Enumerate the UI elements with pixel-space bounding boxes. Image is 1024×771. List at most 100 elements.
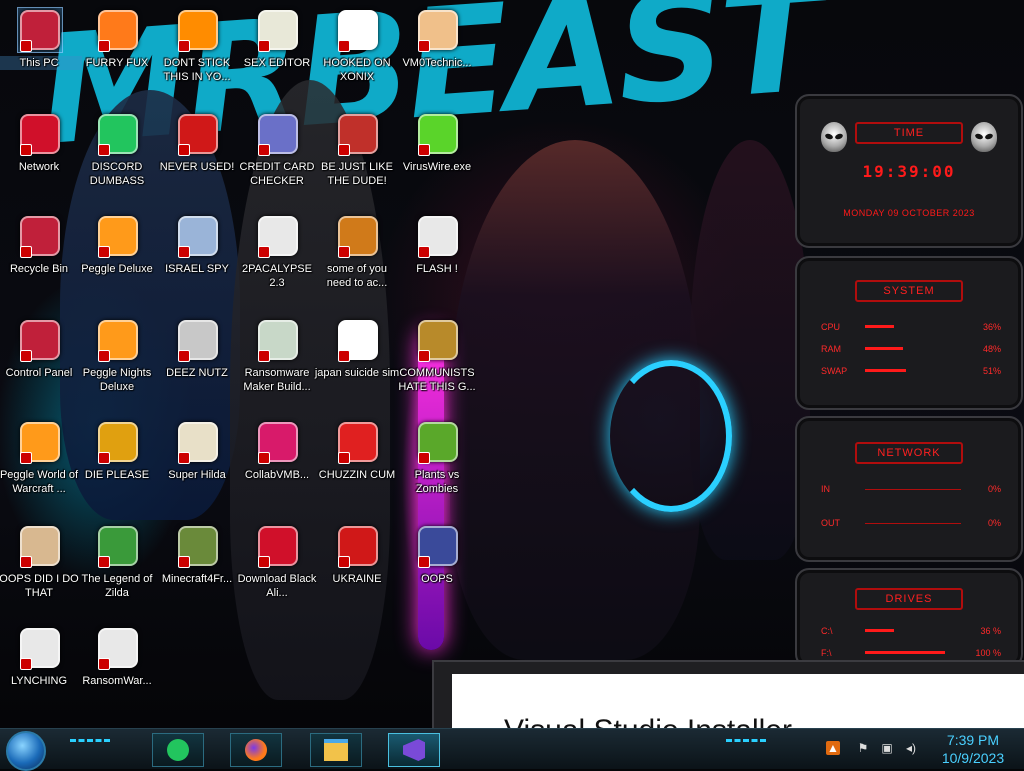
taskbar-visual-studio-installer[interactable] (388, 733, 440, 767)
gadget-row-value: 0% (987, 518, 1001, 528)
desktop-icon[interactable]: Super Hilda (154, 416, 240, 516)
shortcut-arrow-icon (98, 658, 110, 670)
desktop-icon[interactable]: some of you need to ac... (314, 210, 400, 310)
desktop-icon[interactable]: CREDIT CARD CHECKER (234, 108, 320, 208)
wallpaper-figure-right (690, 140, 810, 560)
desktop-icon-label: Minecraft4Fr... (161, 573, 233, 585)
desktop-icon[interactable]: Recycle Bin (0, 210, 82, 310)
gadget-system-panel: SYSTEM CPU 36% RAM 48% SWAP 51% (795, 256, 1023, 410)
dev-cpp-icon (176, 112, 220, 156)
desktop-icon[interactable]: VM0Technic... (394, 4, 480, 104)
shortcut-arrow-icon (178, 452, 190, 464)
desktop-icon[interactable]: CollabVMB... (234, 416, 320, 516)
peggle-icon (96, 214, 140, 258)
shortcut-arrow-icon (98, 144, 110, 156)
flag-icon[interactable]: ⚑ (856, 741, 870, 755)
desktop-icon[interactable]: OOPS DID I DO THAT (0, 520, 82, 620)
desktop-icon[interactable]: Ransomware Maker Build... (234, 314, 320, 414)
gadget-system-title: SYSTEM (855, 280, 963, 302)
shortcut-arrow-icon (338, 246, 350, 258)
desktop-icon[interactable]: Network (0, 108, 82, 208)
desktop-icon-label: some of you need to ac... (326, 263, 388, 289)
desktop-icon[interactable]: RansomWar... (74, 622, 160, 722)
app-tray-icon[interactable]: ▲ (826, 741, 840, 755)
shortcut-arrow-icon (418, 350, 430, 362)
desktop-icon[interactable]: COMMUNISTS HATE THIS G... (394, 314, 480, 414)
desktop-icon[interactable]: Peggle Nights Deluxe (74, 314, 160, 414)
desktop-icon[interactable]: Plants vs Zombies (394, 416, 480, 516)
desktop-icon[interactable]: DONT STICK THIS IN YO... (154, 4, 240, 104)
shortcut-arrow-icon (258, 350, 270, 362)
gadget-network-panel: NETWORK IN 0% OUT 0% (795, 416, 1023, 562)
desktop-icon[interactable]: 2PACALYPSE 2.3 (234, 210, 320, 310)
visual-studio-installer-window[interactable]: Visual Studio Installer (432, 660, 1024, 732)
desktop-icon[interactable]: BE JUST LIKE THE DUDE! (314, 108, 400, 208)
gadget-row-label: SWAP (821, 366, 848, 376)
gadget-network-graph (865, 523, 961, 524)
shortcut-arrow-icon (418, 556, 430, 568)
desktop-icon[interactable]: DIE PLEASE (74, 416, 160, 516)
desktop-icon[interactable]: HOOKED ON XONIX (314, 4, 400, 104)
desktop-icon[interactable]: LYNCHING (0, 622, 82, 722)
shortcut-arrow-icon (418, 452, 430, 464)
shortcut-arrow-icon (338, 452, 350, 464)
desktop-icon[interactable]: NEVER USED! (154, 108, 240, 208)
clock[interactable]: 7:39 PM 10/9/2023 (930, 729, 1016, 769)
desktop-icon[interactable]: ISRAEL SPY (154, 210, 240, 310)
desktop-icon[interactable]: OOPS (394, 520, 480, 620)
desktop-icon[interactable]: FLASH ! (394, 210, 480, 310)
desktop-icon[interactable]: Peggle Deluxe (74, 210, 160, 310)
shortcut-arrow-icon (98, 556, 110, 568)
desktop-icon[interactable]: japan suicide sim (314, 314, 400, 414)
desktop-icon[interactable]: Peggle World of Warcraft ... (0, 416, 82, 516)
gadget-row-label: C:\ (821, 626, 833, 636)
desktop-icon-label: DISCORD DUMBASS (89, 161, 145, 187)
desktop-icon-label: CHUZZIN CUM (318, 469, 396, 481)
desktop-icon[interactable]: DEEZ NUTZ (154, 314, 240, 414)
taskbar: ▲ ⚑ ▣ ◂) 7:39 PM 10/9/2023 (0, 728, 1024, 771)
desktop-icon[interactable]: DISCORD DUMBASS (74, 108, 160, 208)
desktop-icon[interactable]: CHUZZIN CUM (314, 416, 400, 516)
stacked-windows-icon (176, 318, 220, 362)
shortcut-arrow-icon (418, 40, 430, 52)
vlc-cone-icon (176, 8, 220, 52)
taskbar-pinned-chat[interactable] (152, 733, 204, 767)
taskbar-pinned-file-explorer[interactable] (310, 733, 362, 767)
gadget-row: RAM 48% (821, 344, 1001, 354)
grass-block-icon (176, 524, 220, 568)
peggle-nights-icon (96, 318, 140, 362)
desktop-icon[interactable]: The Legend of Zilda (74, 520, 160, 620)
shortcut-arrow-icon (258, 246, 270, 258)
desktop-icon[interactable]: FURRY FUX (74, 4, 160, 104)
desktop-icon-label: DIE PLEASE (84, 469, 150, 481)
desktop-icon-label: NEVER USED! (159, 161, 235, 173)
xonix-game-icon (336, 8, 380, 52)
desktop-icon[interactable]: SEX EDITOR (234, 4, 320, 104)
start-button[interactable] (6, 731, 46, 771)
desktop-icon-label: VirusWire.exe (402, 161, 472, 173)
desktop-icon[interactable]: UKRAINE (314, 520, 400, 620)
computer-icon (17, 7, 63, 53)
volume-icon[interactable]: ◂) (904, 741, 918, 755)
peggle-wow-icon (18, 420, 62, 464)
gadget-date: MONDAY 09 OCTOBER 2023 (843, 208, 975, 218)
taskbar-pinned-firefox[interactable] (230, 733, 282, 767)
desktop-icon[interactable]: Download Black Ali... (234, 520, 320, 620)
chat-app-icon (96, 112, 140, 156)
desktop-icon-label: BE JUST LIKE THE DUDE! (321, 161, 393, 187)
gadget-usage-bar (865, 651, 945, 654)
radiation-icon (336, 524, 380, 568)
desktop-icon[interactable]: VirusWire.exe (394, 108, 480, 208)
desktop-icon-label: COMMUNISTS HATE THIS G... (398, 367, 476, 393)
gadget-row: OUT 0% (821, 518, 1001, 528)
noose-icon (18, 626, 62, 670)
network-icon[interactable]: ▣ (880, 741, 894, 755)
gadget-row-label: RAM (821, 344, 841, 354)
gadget-row-value: 100 % (975, 648, 1001, 658)
desktop-icon[interactable]: This PC (0, 4, 82, 104)
shortcut-arrow-icon (258, 144, 270, 156)
desktop-icon[interactable]: Minecraft4Fr... (154, 520, 240, 620)
desktop-icon-label: FLASH ! (416, 263, 458, 275)
desktop-icon[interactable]: Control Panel (0, 314, 82, 414)
gadget-row-value: 36 % (980, 626, 1001, 636)
